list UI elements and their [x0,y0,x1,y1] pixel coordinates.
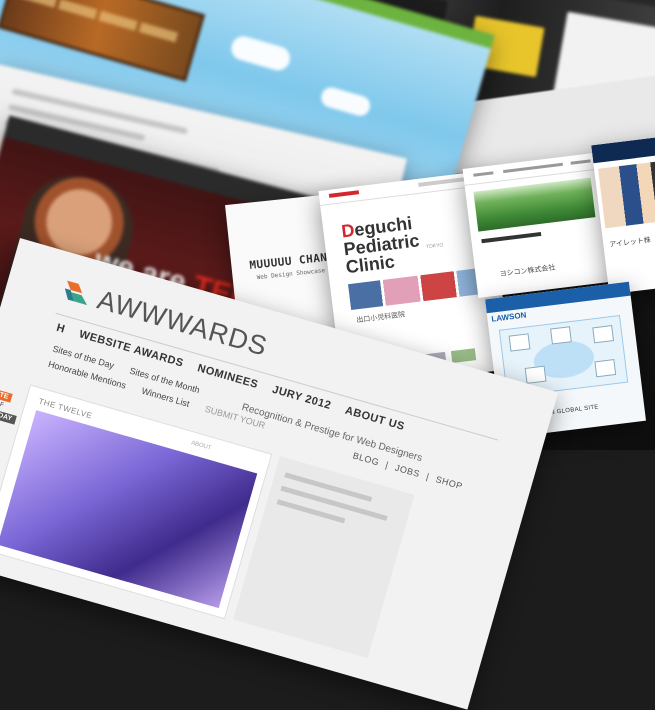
nav-item-home[interactable]: H [55,322,66,336]
map-card [524,365,547,384]
site-name-jp: アイレット株 [609,236,652,249]
blog-link[interactable]: BLOG [352,450,381,467]
nav-item-jury[interactable]: JURY 2012 [271,384,333,412]
separator: | [384,459,390,471]
cloud-icon [228,33,293,74]
map-card [550,326,572,345]
badge-of: OF [0,400,5,409]
map-card [592,325,615,344]
forest-photo [473,177,596,232]
awwwards-logo-icon [64,280,88,306]
separator: | [425,471,431,482]
jobs-link[interactable]: JOBS [394,463,421,480]
nav-menu [0,0,206,82]
cloud-icon [318,85,373,119]
site-name-jp: 出口小児科医院 [356,311,406,325]
site-tag: TOKYO [425,242,444,251]
site-title: Deguchi Pediatric Clinic [340,213,421,278]
shop-link[interactable]: SHOP [435,474,464,491]
thumbnail [450,348,477,364]
site-name-jp: ヨシコン株式会社 [499,264,556,279]
people-photo [598,160,655,229]
featured-site-image[interactable] [0,410,258,609]
badge-site: SITE [0,387,13,403]
map-card [508,333,531,352]
info-bar [481,231,542,244]
map-card [594,359,617,378]
nav-item-about[interactable]: ABOUT US [344,405,406,433]
lawson-logo: LAWSON [490,310,527,324]
